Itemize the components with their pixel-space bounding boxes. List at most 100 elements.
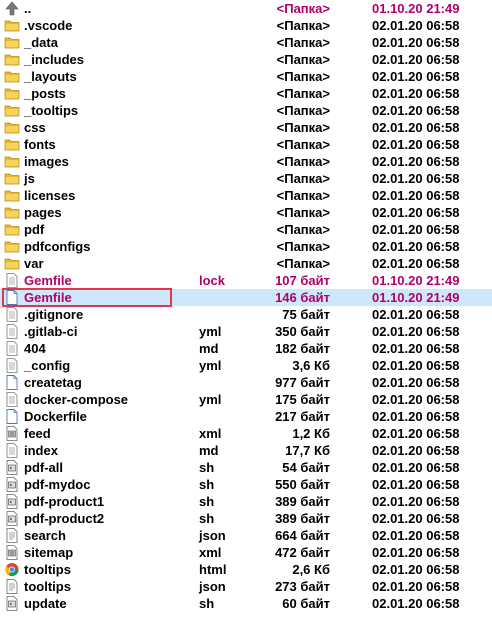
file-size: 175 байт — [275, 392, 330, 407]
file-row[interactable]: pdf-product1 sh 389 байт 02.01.20 06:58 — [0, 493, 492, 510]
file-name: _posts — [24, 86, 66, 101]
file-date: 02.01.20 06:58 — [372, 239, 460, 254]
file-row[interactable]: pdf-product2 sh 389 байт 02.01.20 06:58 — [0, 510, 492, 527]
folder-row[interactable]: _posts <Папка> 02.01.20 06:58 — [0, 85, 492, 102]
file-size: 60 байт — [282, 596, 330, 611]
file-size: <Папка> — [276, 205, 330, 220]
file-size: <Папка> — [276, 239, 330, 254]
file-date: 02.01.20 06:58 — [372, 120, 460, 135]
file-row[interactable]: search json 664 байт 02.01.20 06:58 — [0, 527, 492, 544]
folder-icon — [4, 222, 20, 237]
folder-row[interactable]: images <Папка> 02.01.20 06:58 — [0, 153, 492, 170]
folder-row[interactable]: _data <Папка> 02.01.20 06:58 — [0, 34, 492, 51]
file-row[interactable]: index md 17,7 Кб 02.01.20 06:58 — [0, 442, 492, 459]
file-name: var — [24, 256, 44, 271]
up-arrow-icon — [4, 1, 20, 16]
file-size: <Папка> — [276, 171, 330, 186]
folder-row[interactable]: pages <Папка> 02.01.20 06:58 — [0, 204, 492, 221]
file-row[interactable]: sitemap xml 472 байт 02.01.20 06:58 — [0, 544, 492, 561]
file-name: docker-compose — [24, 392, 129, 407]
file-date: 02.01.20 06:58 — [372, 375, 460, 390]
script-file-icon — [4, 511, 20, 526]
file-size: 1,2 Кб — [292, 426, 330, 441]
file-date: 02.01.20 06:58 — [372, 18, 460, 33]
file-name: 404 — [24, 341, 46, 356]
document-icon — [4, 375, 20, 390]
file-row[interactable]: .gitlab-ci yml 350 байт 02.01.20 06:58 — [0, 323, 492, 340]
file-row[interactable]: feed xml 1,2 Кб 02.01.20 06:58 — [0, 425, 492, 442]
file-row[interactable]: Gemfile lock 107 байт 01.10.20 21:49 — [0, 272, 492, 289]
folder-row[interactable]: fonts <Папка> 02.01.20 06:58 — [0, 136, 492, 153]
text-file-icon — [4, 358, 20, 373]
file-row[interactable]: 404 md 182 байт 02.01.20 06:58 — [0, 340, 492, 357]
json-file-icon — [4, 528, 20, 543]
xml-file-icon — [4, 545, 20, 560]
folder-row[interactable]: _layouts <Папка> 02.01.20 06:58 — [0, 68, 492, 85]
file-size: 3,6 Кб — [292, 358, 330, 373]
file-size: 389 байт — [275, 511, 330, 526]
text-file-icon — [4, 341, 20, 356]
file-date: 02.01.20 06:58 — [372, 205, 460, 220]
folder-row[interactable]: licenses <Папка> 02.01.20 06:58 — [0, 187, 492, 204]
file-date: 02.01.20 06:58 — [372, 154, 460, 169]
folder-icon — [4, 154, 20, 169]
file-size: 217 байт — [275, 409, 330, 424]
file-size: 273 байт — [275, 579, 330, 594]
file-size: 472 байт — [275, 545, 330, 560]
file-extension: xml — [199, 545, 222, 560]
file-row[interactable]: _config yml 3,6 Кб 02.01.20 06:58 — [0, 357, 492, 374]
file-row[interactable]: pdf-mydoc sh 550 байт 02.01.20 06:58 — [0, 476, 492, 493]
file-date: 02.01.20 06:58 — [372, 188, 460, 203]
folder-icon — [4, 18, 20, 33]
text-file-icon — [4, 443, 20, 458]
folder-icon — [4, 171, 20, 186]
file-date: 01.10.20 21:49 — [372, 1, 460, 16]
file-size: <Папка> — [276, 18, 330, 33]
file-date: 02.01.20 06:58 — [372, 341, 460, 356]
file-row[interactable]: pdf-all sh 54 байт 02.01.20 06:58 — [0, 459, 492, 476]
folder-row[interactable]: var <Папка> 02.01.20 06:58 — [0, 255, 492, 272]
file-extension: yml — [199, 358, 222, 373]
file-size: 146 байт — [275, 290, 330, 305]
file-extension: sh — [199, 494, 215, 509]
file-date: 02.01.20 06:58 — [372, 579, 460, 594]
file-size: <Папка> — [276, 154, 330, 169]
file-row[interactable]: .gitignore 75 байт 02.01.20 06:58 — [0, 306, 492, 323]
file-size: <Папка> — [276, 222, 330, 237]
file-name: pdf-product2 — [24, 511, 105, 526]
folder-row[interactable]: js <Папка> 02.01.20 06:58 — [0, 170, 492, 187]
file-size: 107 байт — [275, 273, 330, 288]
file-row[interactable]: Gemfile 146 байт 01.10.20 21:49 — [0, 288, 492, 307]
text-file-icon — [4, 392, 20, 407]
document-icon — [4, 290, 20, 305]
parent-dir-row[interactable]: .. <Папка> 01.10.20 21:49 — [0, 0, 492, 17]
file-date: 02.01.20 06:58 — [372, 460, 460, 475]
folder-row[interactable]: _includes <Папка> 02.01.20 06:58 — [0, 51, 492, 68]
file-name: pdf-all — [24, 460, 63, 475]
file-date: 02.01.20 06:58 — [372, 443, 460, 458]
file-size: <Папка> — [276, 256, 330, 271]
file-date: 02.01.20 06:58 — [372, 477, 460, 492]
file-date: 02.01.20 06:58 — [372, 392, 460, 407]
file-name: licenses — [24, 188, 76, 203]
chrome-html-icon — [4, 562, 20, 577]
file-row[interactable]: docker-compose yml 175 байт 02.01.20 06:58 — [0, 391, 492, 408]
folder-row[interactable]: css <Папка> 02.01.20 06:58 — [0, 119, 492, 136]
file-row[interactable]: createtag 977 байт 02.01.20 06:58 — [0, 374, 492, 391]
file-extension: yml — [199, 324, 222, 339]
file-row[interactable]: update sh 60 байт 02.01.20 06:58 — [0, 595, 492, 612]
file-name: index — [24, 443, 58, 458]
file-name: tooltips — [24, 562, 71, 577]
file-row[interactable]: tooltips html 2,6 Кб 02.01.20 06:58 — [0, 561, 492, 578]
file-name: css — [24, 120, 46, 135]
folder-row[interactable]: .vscode <Папка> 02.01.20 06:58 — [0, 17, 492, 34]
folder-row[interactable]: pdfconfigs <Папка> 02.01.20 06:58 — [0, 238, 492, 255]
folder-row[interactable]: pdf <Папка> 02.01.20 06:58 — [0, 221, 492, 238]
file-name: .gitignore — [24, 307, 84, 322]
file-row[interactable]: tooltips json 273 байт 02.01.20 06:58 — [0, 578, 492, 595]
folder-row[interactable]: _tooltips <Папка> 02.01.20 06:58 — [0, 102, 492, 119]
file-extension: sh — [199, 596, 215, 611]
file-date: 02.01.20 06:58 — [372, 52, 460, 67]
file-row[interactable]: Dockerfile 217 байт 02.01.20 06:58 — [0, 408, 492, 425]
file-date: 02.01.20 06:58 — [372, 86, 460, 101]
